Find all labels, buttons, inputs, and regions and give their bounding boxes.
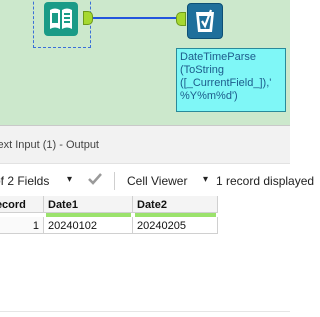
workflow-canvas[interactable]: ⋊ DateTimeParse (ToString ([_CurrentFiel…	[0, 0, 290, 125]
record-number[interactable]: 1	[0, 217, 44, 234]
output-anchor[interactable]	[83, 11, 93, 25]
column-header-date2[interactable]: Date2	[133, 196, 218, 213]
results-title-bar: Text Input (1) - Output	[0, 125, 290, 163]
record-count: 1 record displayed	[216, 174, 315, 188]
panel-divider	[0, 311, 290, 312]
results-title: Text Input (1) - Output	[0, 139, 99, 151]
toolbar-divider	[114, 172, 115, 190]
column-header-date1[interactable]: Date1	[44, 196, 133, 213]
datetime-tool[interactable]	[187, 3, 223, 39]
column-header-record[interactable]: Record	[0, 196, 44, 213]
chevron-down-icon[interactable]: ▾	[203, 174, 208, 185]
tool-annotation: DateTimeParse (ToString ([_CurrentField_…	[176, 48, 286, 112]
fields-selector[interactable]: of 2 Fields	[0, 174, 49, 188]
cell-viewer-button[interactable]: Cell Viewer	[127, 174, 187, 188]
datetime-icon	[196, 9, 214, 32]
book-icon	[50, 8, 72, 29]
input-anchor[interactable]	[176, 12, 186, 26]
checkmark-icon[interactable]	[87, 171, 103, 187]
chevron-down-icon[interactable]: ▾	[67, 174, 72, 185]
results-toolbar: of 2 Fields ▾ Cell Viewer ▾ 1 record dis…	[0, 163, 314, 196]
table-cell[interactable]: 20240102	[44, 217, 133, 234]
table-cell[interactable]: 20240205	[133, 217, 218, 234]
text-input-tool[interactable]	[44, 2, 78, 36]
connection-line[interactable]	[93, 17, 176, 19]
